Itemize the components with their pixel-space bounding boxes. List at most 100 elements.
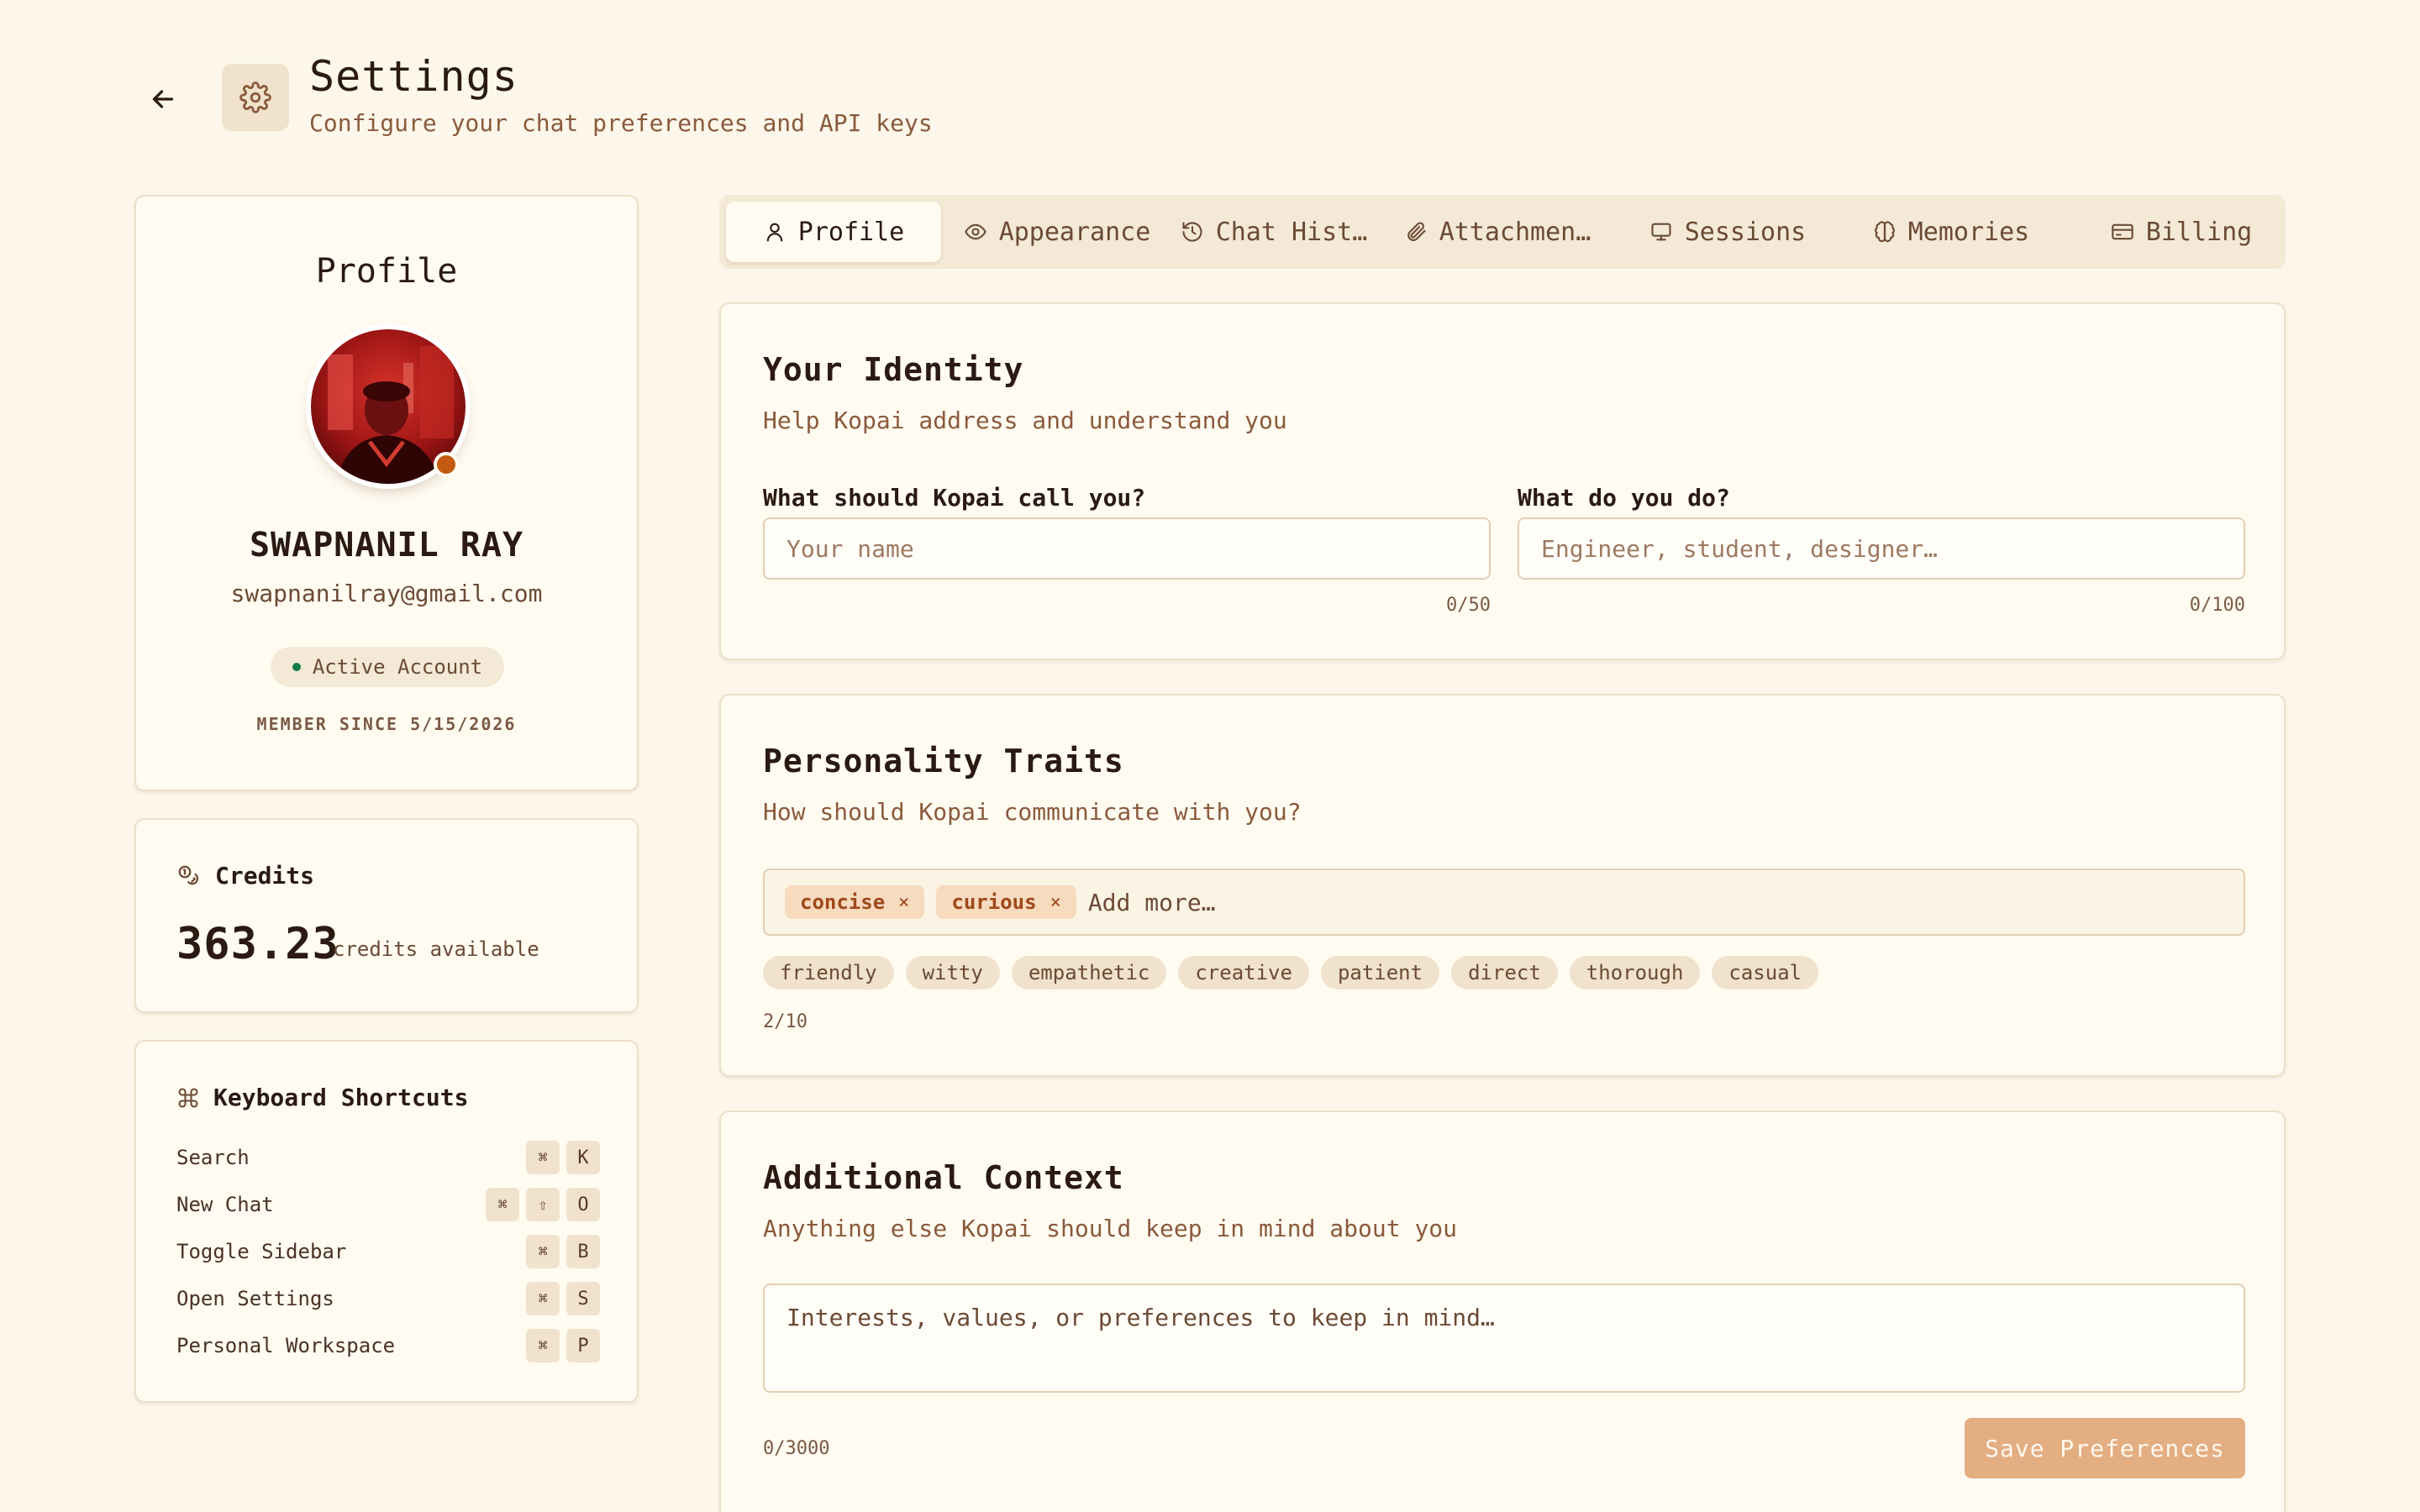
shortcuts-title: Keyboard Shortcuts <box>213 1084 469 1111</box>
command-key: ⌘ <box>526 1141 560 1174</box>
trait-suggestion[interactable]: patient <box>1320 956 1440 990</box>
command-key: ⌘ <box>526 1329 560 1362</box>
card-icon <box>2112 223 2133 240</box>
online-status-dot <box>434 452 459 477</box>
back-button[interactable] <box>145 81 182 118</box>
user-icon <box>766 223 782 242</box>
command-icon <box>178 1087 198 1108</box>
history-icon <box>1182 222 1202 242</box>
role-input[interactable] <box>1518 517 2245 580</box>
trait-suggestion[interactable]: creative <box>1178 956 1309 990</box>
page-title: Settings <box>309 52 518 101</box>
name-field-label: What should Kopai call you? <box>763 484 1146 512</box>
trait-suggestion[interactable]: empathetic <box>1011 956 1167 990</box>
context-section: Additional Context Anything else Kopai s… <box>719 1110 2286 1512</box>
tab-billing[interactable]: Billing <box>2089 202 2274 262</box>
context-char-counter: 0/3000 <box>763 1438 830 1459</box>
shortcut-row-personal-workspace: Personal Workspace ⌘ P <box>176 1329 600 1362</box>
tab-label: Profile <box>797 217 905 247</box>
name-char-counter: 0/50 <box>1446 595 1491 616</box>
tab-memories[interactable]: Memories <box>1859 202 2044 262</box>
monitor-icon <box>1651 223 1671 241</box>
section-description: Help Kopai address and understand you <box>763 407 1287 434</box>
shortcuts-card: Keyboard Shortcuts Search ⌘ K New Chat ⌘… <box>134 1040 639 1403</box>
section-description: Anything else Kopai should keep in mind … <box>763 1215 1458 1242</box>
tab-label: Billing <box>2145 217 2253 247</box>
tab-label: Sessions <box>1684 217 1807 247</box>
status-dot <box>292 663 301 671</box>
context-textarea[interactable] <box>763 1284 2245 1393</box>
shortcuts-title-row: Keyboard Shortcuts <box>176 1084 468 1111</box>
command-key: ⌘ <box>486 1188 519 1221</box>
letter-key: K <box>566 1141 600 1174</box>
letter-key: O <box>566 1188 600 1221</box>
shortcut-label: Personal Workspace <box>176 1334 396 1357</box>
arrow-left-icon <box>152 90 174 108</box>
tab-appearance[interactable]: Appearance <box>956 202 1158 262</box>
status-badge: Active Account <box>271 647 504 687</box>
tab-chat-history[interactable]: Chat Hist… <box>1173 202 1375 262</box>
profile-name: SWAPNANIL RAY <box>249 526 524 564</box>
tab-label: Appearance <box>998 217 1151 247</box>
shift-key: ⇧ <box>526 1188 560 1221</box>
credits-title: Credits <box>215 862 315 890</box>
command-key: ⌘ <box>526 1282 560 1315</box>
letter-key: S <box>566 1282 600 1315</box>
shortcut-keys: ⌘ P <box>526 1329 600 1362</box>
trait-suggestion[interactable]: friendly <box>763 956 894 990</box>
add-trait-input[interactable] <box>1087 888 2223 916</box>
tab-sessions[interactable]: Sessions <box>1635 202 1820 262</box>
shortcut-row-new-chat: New Chat ⌘ ⇧ O <box>176 1188 600 1221</box>
traits-counter: 2/10 <box>763 1011 808 1032</box>
eye-icon <box>964 223 986 240</box>
remove-tag-icon[interactable]: × <box>898 892 909 913</box>
credits-card: Credits 363.23 credits available <box>134 818 639 1013</box>
trait-tag-label: concise <box>800 890 886 914</box>
trait-suggestion[interactable]: casual <box>1712 956 1819 990</box>
shortcut-row-search: Search ⌘ K <box>176 1141 600 1174</box>
profile-email: swapnanilray@gmail.com <box>230 580 543 607</box>
tab-attachments[interactable]: Attachmen… <box>1397 202 1598 262</box>
page-subtitle: Configure your chat preferences and API … <box>309 109 933 137</box>
traits-tag-input[interactable]: concise × curious × <box>763 869 2245 936</box>
remove-tag-icon[interactable]: × <box>1050 892 1061 913</box>
trait-suggestion[interactable]: thorough <box>1569 956 1701 990</box>
shortcut-row-open-settings: Open Settings ⌘ S <box>176 1282 600 1315</box>
trait-suggestion[interactable]: direct <box>1451 956 1558 990</box>
gear-icon <box>239 81 271 113</box>
shortcut-label: Search <box>176 1146 250 1169</box>
shortcut-keys: ⌘ K <box>526 1141 600 1174</box>
traits-section: Personality Traits How should Kopai comm… <box>719 694 2286 1077</box>
name-input[interactable] <box>763 517 1491 580</box>
shortcut-keys: ⌘ ⇧ O <box>486 1188 600 1221</box>
shortcut-keys: ⌘ B <box>526 1235 600 1268</box>
tab-label: Memories <box>1907 217 2030 247</box>
save-preferences-button[interactable]: Save Preferences <box>1965 1418 2245 1478</box>
role-field-label: What do you do? <box>1518 484 1730 512</box>
credits-title-row: Credits <box>176 862 314 890</box>
trait-tag-label: curious <box>951 890 1037 914</box>
shortcut-row-toggle-sidebar: Toggle Sidebar ⌘ B <box>176 1235 600 1268</box>
tab-label: Chat Hist… <box>1215 217 1368 247</box>
letter-key: P <box>566 1329 600 1362</box>
shortcut-label: Toggle Sidebar <box>176 1240 347 1263</box>
settings-tab-bar: Profile Appearance Chat Hist… Attachmen…… <box>719 195 2286 269</box>
shortcut-keys: ⌘ S <box>526 1282 600 1315</box>
trait-suggestion[interactable]: witty <box>905 956 1000 990</box>
credits-amount: 363.23 <box>176 919 339 969</box>
paperclip-icon <box>1407 222 1426 241</box>
section-title: Additional Context <box>763 1159 1124 1196</box>
section-description: How should Kopai communicate with you? <box>763 798 1302 826</box>
shortcut-label: Open Settings <box>176 1287 334 1310</box>
status-text: Active Account <box>312 655 483 679</box>
section-title: Your Identity <box>763 351 1024 388</box>
trait-tag: curious × <box>936 885 1076 919</box>
shortcut-label: New Chat <box>176 1193 274 1216</box>
trait-tag: concise × <box>785 885 925 919</box>
command-key: ⌘ <box>526 1235 560 1268</box>
brain-icon <box>1874 221 1895 243</box>
member-since: MEMBER SINCE 5/15/2026 <box>256 714 517 734</box>
tab-profile[interactable]: Profile <box>726 202 941 262</box>
trait-suggestions: friendly witty empathetic creative patie… <box>763 956 1819 990</box>
identity-section: Your Identity Help Kopai address and und… <box>719 302 2286 660</box>
